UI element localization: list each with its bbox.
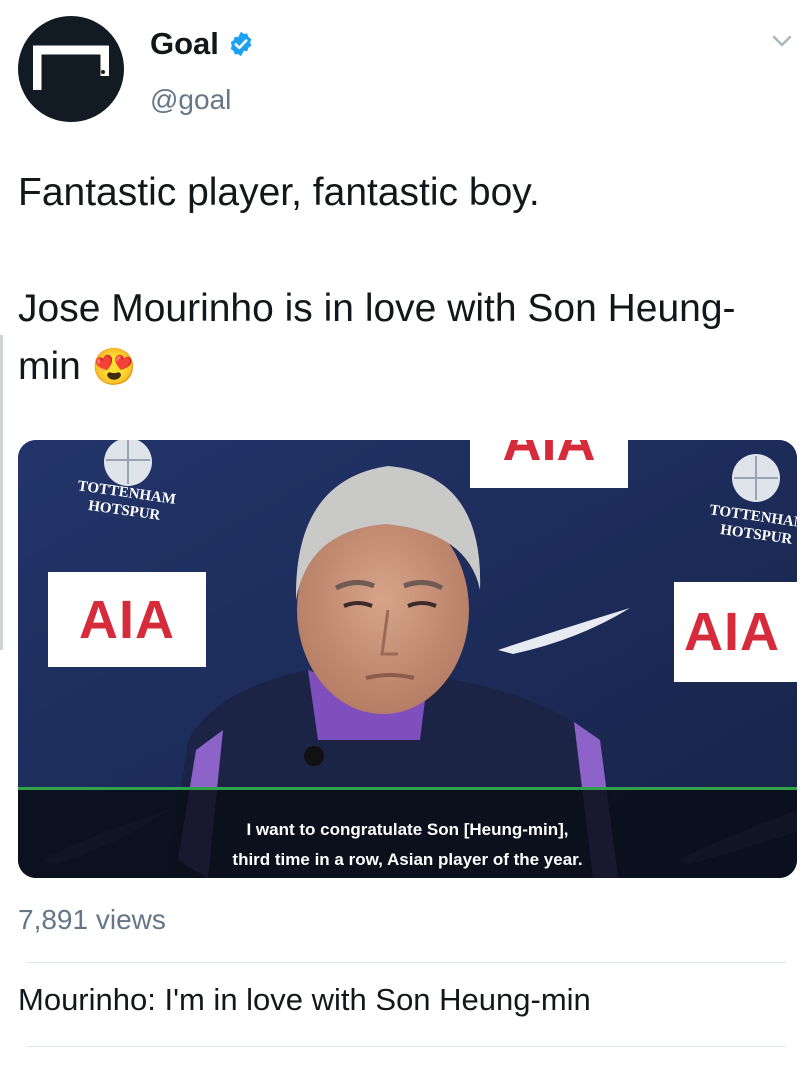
tweet-line-2: Jose Mourinho is in love with Son Heung-…	[18, 280, 788, 396]
chevron-down-icon[interactable]	[772, 34, 792, 48]
divider-bottom	[26, 1046, 786, 1047]
card-title[interactable]: Mourinho: I'm in love with Son Heung-min	[18, 982, 591, 1018]
verified-badge-icon	[230, 31, 252, 57]
sponsor-board-top: AIA	[502, 440, 596, 472]
account-handle[interactable]: @goal	[150, 84, 231, 116]
subtitle-bar: I want to congratulate Son [Heung-min], …	[18, 787, 797, 878]
tweet-text: Fantastic player, fantastic boy. Jose Mo…	[18, 164, 788, 396]
divider-top	[26, 962, 786, 963]
left-edge-indicator	[0, 335, 3, 650]
sponsor-board-right: AIA	[684, 602, 780, 662]
account-name-row[interactable]: Goal	[150, 26, 255, 62]
account-name[interactable]: Goal	[150, 26, 219, 62]
subtitle-line-1: I want to congratulate Son [Heung-min],	[246, 820, 569, 839]
heart-eyes-emoji: 😍	[91, 346, 137, 387]
subtitle-line-2: third time in a row, Asian player of the…	[232, 850, 583, 869]
account-avatar[interactable]	[18, 16, 124, 122]
view-count: 7,891 views	[18, 904, 166, 935]
sponsor-board-left: AIA	[79, 590, 175, 650]
subtitle-text: I want to congratulate Son [Heung-min], …	[18, 815, 797, 875]
video-player[interactable]: TOTTENHAM HOTSPUR TOTTENHAM HOTSPUR AIA …	[18, 440, 797, 878]
goal-logo-icon	[33, 45, 109, 90]
tweet-line-1: Fantastic player, fantastic boy.	[18, 171, 540, 214]
